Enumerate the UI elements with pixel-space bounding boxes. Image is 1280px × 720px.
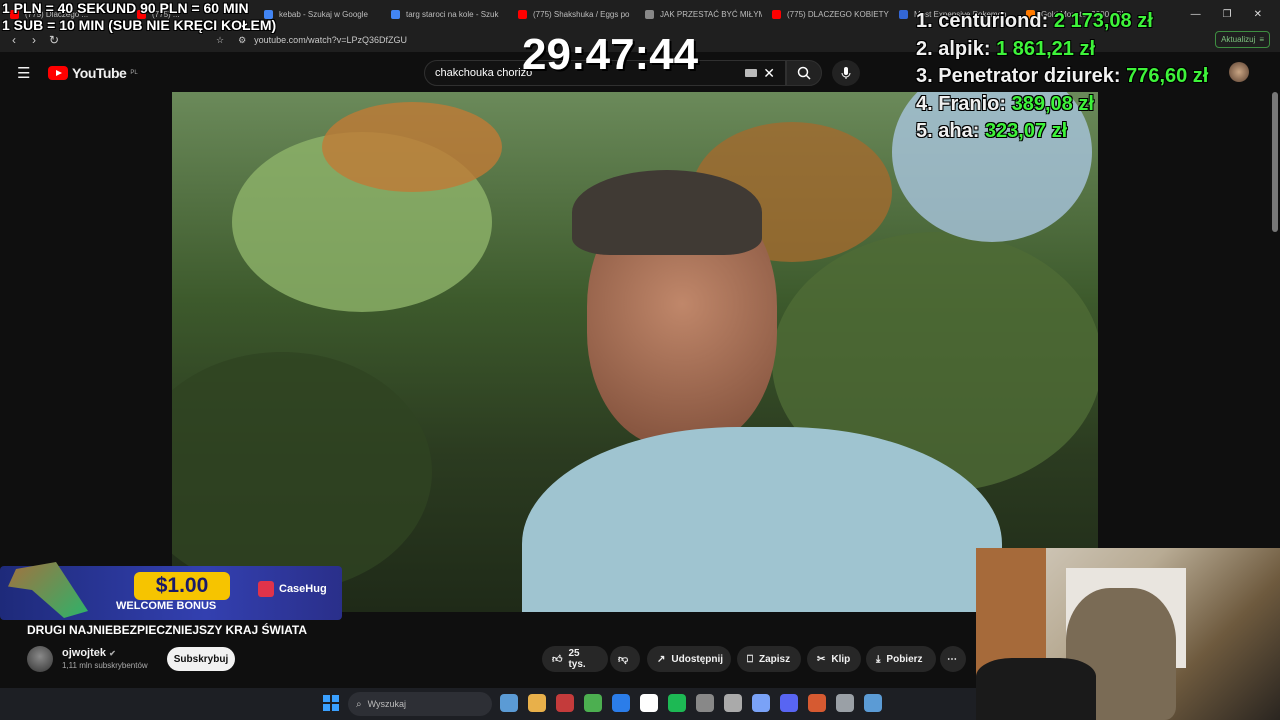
youtube-logo[interactable]: YouTube PL <box>48 65 138 81</box>
leaderboard-row: 4. Franio: 389,08 zł <box>916 92 1094 115</box>
thumbs-down-icon: 👎︎ <box>618 654 629 665</box>
youtube-logo-text: YouTube <box>72 65 127 81</box>
more-actions-button[interactable]: ⋯ <box>940 646 966 672</box>
steam-icon[interactable] <box>780 694 798 712</box>
windows-start-icon[interactable] <box>323 695 339 711</box>
download-icon: ⤓ <box>876 653 881 665</box>
obs-icon[interactable] <box>640 694 658 712</box>
like-button[interactable]: 👍︎ 25 tys. <box>542 646 608 672</box>
subscriber-count: 1,11 mln subskrybentów <box>62 661 148 670</box>
donation-rule-text: 1 PLN = 40 SEKUND 90 PLN = 60 MIN <box>2 0 249 16</box>
search-icon <box>797 66 811 80</box>
taskbar-search-placeholder: Wyszukaj <box>367 699 407 709</box>
spotify-icon[interactable] <box>696 694 714 712</box>
tab-favicon-icon <box>391 9 400 19</box>
dislike-button[interactable]: 👎︎ <box>610 646 640 672</box>
back-icon[interactable]: ‹ <box>4 33 24 47</box>
browser-tab[interactable]: JAK PRZESTAĆ BYĆ MIŁYM <box>635 0 762 28</box>
browser-tab[interactable]: (775) Shakshuka / Eggs po <box>508 0 635 28</box>
video-player[interactable] <box>172 92 1098 612</box>
tab-favicon-icon <box>518 9 527 19</box>
search-button[interactable] <box>786 60 822 86</box>
subathon-timer: 29:47:44 <box>522 30 699 79</box>
cap <box>572 170 762 255</box>
region-code: PL <box>130 70 138 76</box>
webcam-feed <box>976 548 1280 720</box>
scissors-icon: ✂ <box>817 653 826 665</box>
ad-amount: $1.00 <box>134 572 230 600</box>
brave-icon[interactable] <box>528 694 546 712</box>
tab-label: targ staroci na kole - Szuk <box>406 9 499 19</box>
leaderboard-row: 2. alpik: 1 861,21 zł <box>916 37 1096 60</box>
ad-brand: CaseHug <box>258 581 327 597</box>
tab-label: (775) DLACZEGO KOBIETY <box>787 9 889 19</box>
ad-bonus-text: WELCOME BONUS <box>116 600 217 612</box>
store-icon[interactable] <box>584 694 602 712</box>
tab-favicon-icon <box>645 9 654 19</box>
tab-label: (775) Shakshuka / Eggs po <box>533 9 630 19</box>
leaderboard-row: 3. Penetrator dziurek: 776,60 zł <box>916 65 1209 87</box>
discord-icon[interactable] <box>808 694 826 712</box>
subscribe-button[interactable]: Subskrybuj <box>167 647 235 671</box>
save-button[interactable]: ⎕ Zapisz <box>737 646 801 672</box>
search-icon: ⌕ <box>356 698 362 710</box>
brave-beta-icon[interactable] <box>668 694 686 712</box>
browser-tab[interactable]: (775) DLACZEGO KOBIETY <box>762 0 889 28</box>
share-icon: ↗ <box>657 653 666 665</box>
browser-tab[interactable]: targ staroci na kole - Szuk <box>381 0 508 28</box>
taskbar-search[interactable]: ⌕ Wyszukaj <box>348 692 492 716</box>
hamburger-menu-icon[interactable]: ☰ <box>17 64 30 82</box>
page-scrollbar[interactable] <box>1272 92 1278 232</box>
settings-icon[interactable] <box>864 694 882 712</box>
search-query: chakchouka chorizo <box>435 67 533 79</box>
clear-search-icon[interactable]: ✕ <box>763 65 775 82</box>
url-text: youtube.com/watch?v=LPzQ36DfZGU <box>254 35 407 45</box>
leaderboard-row: 5. aha: 323,07 zł <box>916 120 1068 142</box>
microphone-icon <box>841 67 851 79</box>
file-explorer-icon[interactable] <box>500 694 518 712</box>
subscription-rule-text: 1 SUB = 10 MIN (SUB NIE KRĘCI KOŁEM) <box>2 17 277 33</box>
xbox-icon[interactable] <box>612 694 630 712</box>
channel-avatar[interactable] <box>27 646 53 672</box>
taskbar-icons <box>500 694 882 714</box>
forward-icon[interactable]: › <box>24 33 44 47</box>
verified-icon: ✔ <box>109 649 116 658</box>
chrome-icon[interactable] <box>556 694 574 712</box>
calculator-icon[interactable] <box>724 694 742 712</box>
share-button[interactable]: ↗ Udostępnij <box>647 646 731 672</box>
game-icon[interactable] <box>836 694 854 712</box>
bookmark-save-icon: ⎕ <box>747 653 753 665</box>
channel-name[interactable]: ojwojtek ✔ <box>62 647 116 659</box>
youtube-play-icon <box>48 66 68 80</box>
tab-label: JAK PRZESTAĆ BYĆ MIŁYM <box>660 9 762 19</box>
donation-leaderboard: 1. centuriond: 2 173,08 zł 2. alpik: 1 8… <box>916 10 1278 148</box>
tab-label: kebab - Szukaj w Google <box>279 9 368 19</box>
notepad-icon[interactable] <box>752 694 770 712</box>
tab-favicon-icon <box>899 9 908 19</box>
thumbs-up-icon: 👍︎ <box>552 654 563 665</box>
site-info-icon[interactable]: ⚙ <box>238 35 246 46</box>
keyboard-icon[interactable] <box>745 69 757 77</box>
tab-favicon-icon <box>772 9 781 19</box>
clip-button[interactable]: ✂ Klip <box>807 646 861 672</box>
download-button[interactable]: ⤓ Pobierz <box>866 646 936 672</box>
bookmark-icon[interactable]: ☆ <box>216 35 224 46</box>
leaderboard-row: 1. centuriond: 2 173,08 zł <box>916 10 1153 32</box>
video-title: DRUGI NAJNIEBEZPIECZNIEJSZY KRAJ ŚWIATA <box>27 623 308 637</box>
voice-search-button[interactable] <box>832 60 860 86</box>
reload-icon[interactable]: ↻ <box>44 33 64 47</box>
casehug-logo-icon <box>258 581 274 597</box>
